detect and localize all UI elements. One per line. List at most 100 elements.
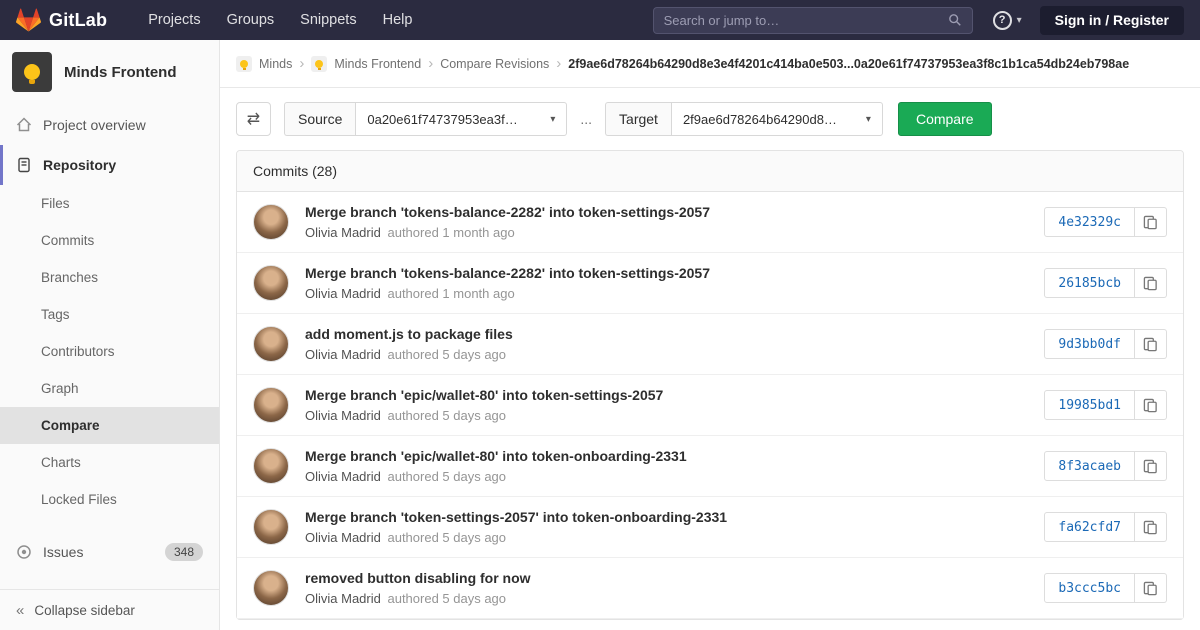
commit-sha-link[interactable]: fa62cfd7 — [1044, 512, 1135, 542]
clipboard-icon — [1143, 337, 1158, 352]
commit-sha-group: 26185bcb — [1044, 268, 1167, 298]
help-menu[interactable]: ? ▾ — [993, 11, 1022, 30]
commit-sha-link[interactable]: 26185bcb — [1044, 268, 1135, 298]
commit-sha-group: 4e32329c — [1044, 207, 1167, 237]
navbar-menu-item[interactable]: Groups — [214, 0, 288, 40]
commit-info: Merge branch 'tokens-balance-2282' into … — [305, 265, 1028, 301]
repository-submenu-item[interactable]: Charts — [0, 444, 219, 481]
sidebar-item-issues[interactable]: Issues 348 — [0, 532, 219, 572]
compare-button[interactable]: Compare — [898, 102, 992, 136]
commit-author-link[interactable]: Olivia Madrid — [305, 408, 381, 423]
commit-time: authored 1 month ago — [387, 286, 514, 301]
repository-submenu-item[interactable]: Graph — [0, 370, 219, 407]
submenu-item-label: Contributors — [41, 344, 115, 359]
project-name: Minds Frontend — [64, 64, 177, 81]
commit-sha-link[interactable]: 4e32329c — [1044, 207, 1135, 237]
commit-meta: Olivia Madrid authored 1 month ago — [305, 286, 1028, 301]
commit-meta: Olivia Madrid authored 5 days ago — [305, 347, 1028, 362]
navbar-menu: Projects Groups Snippets Help — [135, 0, 425, 40]
author-avatar[interactable] — [253, 265, 289, 301]
help-icon: ? — [993, 11, 1012, 30]
commit-author-link[interactable]: Olivia Madrid — [305, 591, 381, 606]
commit-sha-group: 19985bd1 — [1044, 390, 1167, 420]
sidebar-item-repository[interactable]: Repository — [0, 145, 219, 185]
commit-row: Merge branch 'epic/wallet-80' into token… — [237, 375, 1183, 436]
submenu-item-label: Locked Files — [41, 492, 117, 507]
revision-range-separator: ... — [580, 111, 592, 127]
search-box[interactable] — [653, 7, 973, 34]
copy-sha-button[interactable] — [1135, 329, 1167, 359]
submenu-item-label: Commits — [41, 233, 94, 248]
commit-title-link[interactable]: Merge branch 'tokens-balance-2282' into … — [305, 204, 1028, 220]
top-navbar: GitLab Projects Groups Snippets Help ? ▾… — [0, 0, 1200, 40]
copy-sha-button[interactable] — [1135, 512, 1167, 542]
commit-author-link[interactable]: Olivia Madrid — [305, 286, 381, 301]
sidebar-item-project-overview[interactable]: Project overview — [0, 105, 219, 145]
breadcrumb-link-project[interactable]: Minds Frontend — [334, 57, 421, 71]
gitlab-home-link[interactable]: GitLab — [16, 8, 107, 32]
navbar-menu-item[interactable]: Projects — [135, 0, 213, 40]
minds-frontend-project-avatar — [311, 56, 327, 72]
commit-title-link[interactable]: removed button disabling for now — [305, 570, 1028, 586]
commit-sha-group: 9d3bb0df — [1044, 329, 1167, 359]
gitlab-tanuki-icon — [16, 8, 41, 32]
commit-sha-group: fa62cfd7 — [1044, 512, 1167, 542]
repository-submenu-item[interactable]: Compare — [0, 407, 219, 444]
author-avatar[interactable] — [253, 387, 289, 423]
commit-title-link[interactable]: Merge branch 'epic/wallet-80' into token… — [305, 387, 1028, 403]
commit-info: Merge branch 'epic/wallet-80' into token… — [305, 387, 1028, 423]
commit-sha-link[interactable]: 19985bd1 — [1044, 390, 1135, 420]
commit-time: authored 5 days ago — [387, 530, 506, 545]
author-avatar[interactable] — [253, 326, 289, 362]
target-branch-dropdown[interactable]: 2f9ae6d78264b64290d8… ▾ — [671, 102, 883, 136]
commit-author-link[interactable]: Olivia Madrid — [305, 469, 381, 484]
repository-submenu-item[interactable]: Branches — [0, 259, 219, 296]
commit-info: removed button disabling for now Olivia … — [305, 570, 1028, 606]
copy-sha-button[interactable] — [1135, 451, 1167, 481]
swap-icon: ⇄ — [247, 109, 260, 129]
copy-sha-button[interactable] — [1135, 268, 1167, 298]
repository-submenu-item[interactable]: Contributors — [0, 333, 219, 370]
author-avatar[interactable] — [253, 570, 289, 606]
collapse-sidebar-label: Collapse sidebar — [34, 603, 135, 618]
repository-submenu-item[interactable]: Locked Files — [0, 481, 219, 518]
source-branch-dropdown[interactable]: 0a20e61f74737953ea3f… ▾ — [355, 102, 567, 136]
commit-meta: Olivia Madrid authored 5 days ago — [305, 530, 1028, 545]
repository-submenu-item[interactable]: Files — [0, 185, 219, 222]
collapse-sidebar-button[interactable]: « Collapse sidebar — [0, 589, 219, 630]
commit-info: Merge branch 'tokens-balance-2282' into … — [305, 204, 1028, 240]
copy-sha-button[interactable] — [1135, 573, 1167, 603]
repository-submenu-item[interactable]: Tags — [0, 296, 219, 333]
swap-revisions-button[interactable]: ⇄ — [236, 102, 271, 136]
clipboard-icon — [1143, 398, 1158, 413]
commit-author-link[interactable]: Olivia Madrid — [305, 347, 381, 362]
commit-title-link[interactable]: Merge branch 'tokens-balance-2282' into … — [305, 265, 1028, 281]
commit-row: Merge branch 'tokens-balance-2282' into … — [237, 192, 1183, 253]
author-avatar[interactable] — [253, 204, 289, 240]
repository-submenu-item[interactable]: Commits — [0, 222, 219, 259]
sign-in-button[interactable]: Sign in / Register — [1040, 6, 1184, 35]
commits-panel-header: Commits (28) — [237, 151, 1183, 192]
lightbulb-icon — [240, 60, 248, 68]
copy-sha-button[interactable] — [1135, 207, 1167, 237]
breadcrumb-link-group[interactable]: Minds — [259, 57, 292, 71]
commit-author-link[interactable]: Olivia Madrid — [305, 225, 381, 240]
commit-sha-link[interactable]: 8f3acaeb — [1044, 451, 1135, 481]
commit-sha-link[interactable]: 9d3bb0df — [1044, 329, 1135, 359]
copy-sha-button[interactable] — [1135, 390, 1167, 420]
commit-title-link[interactable]: add moment.js to package files — [305, 326, 1028, 342]
commit-title-link[interactable]: Merge branch 'epic/wallet-80' into token… — [305, 448, 1028, 464]
navbar-menu-item[interactable]: Help — [370, 0, 426, 40]
author-avatar[interactable] — [253, 509, 289, 545]
navbar-menu-item[interactable]: Snippets — [287, 0, 369, 40]
author-avatar[interactable] — [253, 448, 289, 484]
target-label: Target — [605, 102, 671, 136]
commit-author-link[interactable]: Olivia Madrid — [305, 530, 381, 545]
commit-title-link[interactable]: Merge branch 'token-settings-2057' into … — [305, 509, 1028, 525]
commit-info: Merge branch 'epic/wallet-80' into token… — [305, 448, 1028, 484]
sidebar-project-header[interactable]: Minds Frontend — [0, 40, 219, 105]
breadcrumb-link-compare-revisions[interactable]: Compare Revisions — [440, 57, 549, 71]
commit-sha-link[interactable]: b3ccc5bc — [1044, 573, 1135, 603]
breadcrumb-separator-icon: › — [428, 56, 433, 71]
search-input[interactable] — [664, 13, 948, 28]
